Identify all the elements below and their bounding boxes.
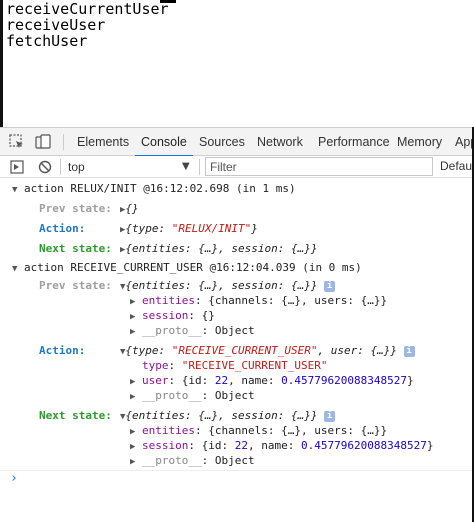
chevron-down-icon[interactable]: ▼ — [182, 159, 190, 175]
tab-performance[interactable]: Performance — [318, 128, 390, 156]
console-output: ▼ action RELUX/INIT @16:12:02.698 (in 1 … — [0, 178, 474, 522]
collapsed-triangle-icon[interactable]: ▶ — [130, 392, 135, 402]
prop-type: type: "RECEIVE_CURRENT_USER" — [142, 359, 328, 372]
collapsed-triangle-icon[interactable]: ▶ — [130, 327, 135, 337]
group-header-receive-current-user[interactable]: ▼ action RECEIVE_CURRENT_USER @16:12:04.… — [12, 260, 362, 277]
filter-input[interactable] — [210, 159, 428, 174]
collapsed-triangle-icon[interactable]: ▶ — [130, 312, 135, 322]
filter-box — [205, 157, 433, 176]
console-toolbar: top ▼ Default — [0, 156, 474, 178]
expanded-triangle-icon[interactable]: ▼ — [12, 185, 17, 195]
next-state-value[interactable]: ▶{entities: {…}, session: {…}} — [120, 241, 317, 258]
prev-state-row: Prev state: — [39, 202, 112, 215]
group-header-relux-init[interactable]: ▼ action RELUX/INIT @16:12:02.698 (in 1 … — [12, 181, 296, 198]
toolbar-separator — [60, 159, 61, 175]
tab-sources[interactable]: Sources — [199, 128, 245, 156]
tab-memory[interactable]: Memory — [397, 128, 442, 156]
prev-state-value[interactable]: ▶{} — [120, 201, 139, 218]
next-state-row: Next state: — [39, 409, 112, 422]
collapsed-triangle-icon[interactable]: ▶ — [130, 377, 135, 387]
collapsed-triangle-icon[interactable]: ▶ — [130, 427, 135, 437]
message-divider — [0, 470, 474, 471]
collapsed-triangle-icon[interactable]: ▶ — [130, 442, 135, 452]
page-left-border — [0, 0, 3, 127]
prev-state-row: Prev state: — [39, 279, 112, 292]
tab-console[interactable]: Console — [135, 128, 193, 157]
collapsed-triangle-icon[interactable]: ▶ — [130, 457, 135, 467]
tab-elements[interactable]: Elements — [77, 128, 129, 156]
inspect-element-icon[interactable] — [8, 133, 26, 151]
tab-network[interactable]: Network — [257, 128, 303, 156]
action-row: Action: — [39, 222, 86, 235]
page-line-3: fetchUser — [6, 32, 88, 50]
expanded-triangle-icon[interactable]: ▼ — [12, 264, 17, 274]
log-levels-dropdown[interactable]: Default — [440, 159, 474, 173]
devtools-tabbar: Elements Console Sources Network Perform… — [0, 127, 474, 157]
clear-console-icon[interactable] — [36, 158, 54, 176]
prop-proto[interactable]: ▶ __proto__: Object — [130, 323, 255, 340]
action-value[interactable]: ▶{type: "RELUX/INIT"} — [120, 221, 258, 238]
next-state-row: Next state: — [39, 242, 112, 255]
info-icon[interactable]: i — [403, 346, 415, 357]
context-selector[interactable]: top — [68, 159, 196, 175]
show-drawer-icon[interactable] — [8, 158, 26, 176]
prop-proto[interactable]: ▶ __proto__: Object — [130, 453, 255, 470]
toolbar-separator — [199, 159, 200, 175]
page-viewport: receiveCurrentUser receiveUser fetchUser — [0, 0, 474, 127]
console-prompt-icon[interactable]: › — [10, 471, 18, 487]
tabbar-separator — [63, 134, 64, 150]
info-icon[interactable]: i — [324, 281, 336, 292]
info-icon[interactable]: i — [324, 411, 336, 422]
action-row: Action: — [39, 344, 86, 357]
device-toolbar-icon[interactable] — [34, 133, 52, 151]
prop-proto[interactable]: ▶ __proto__: Object — [130, 388, 255, 405]
collapsed-triangle-icon[interactable]: ▶ — [130, 297, 135, 307]
